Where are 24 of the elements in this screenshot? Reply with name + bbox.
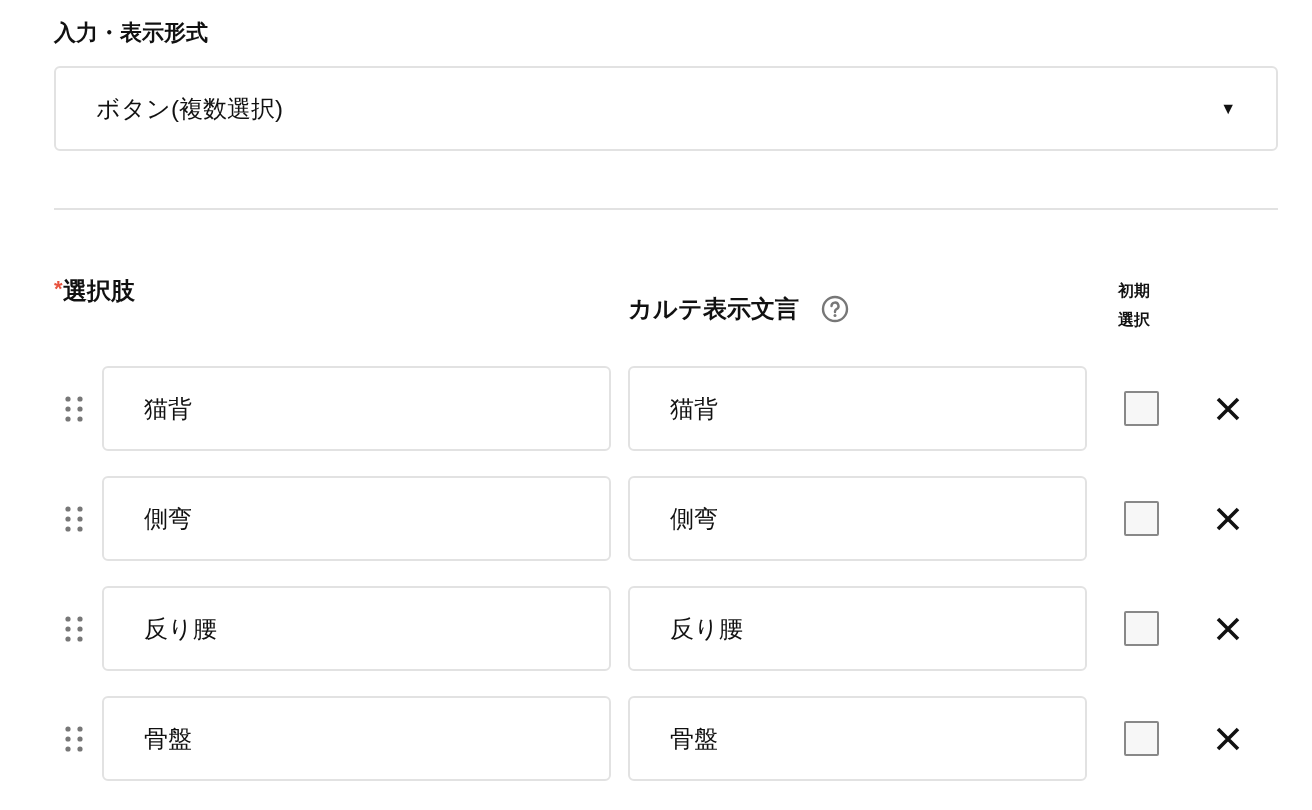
checkbox[interactable] [1124,501,1159,536]
checkbox[interactable] [1124,721,1159,756]
close-icon[interactable] [1215,395,1241,422]
display-text-input[interactable]: 骨盤 [628,696,1087,781]
field-label: 入力・表示形式 [54,19,208,47]
format-select[interactable]: ボタン(複数選択) ▼ [54,66,1278,151]
display-text-input[interactable]: 反り腰 [628,586,1087,671]
checkbox[interactable] [1124,611,1159,646]
close-icon[interactable] [1215,615,1241,642]
close-icon[interactable] [1215,725,1241,752]
choice-input[interactable]: 猫背 [102,366,611,451]
column-heading: 選択肢 [62,276,135,306]
choice-input[interactable]: 反り腰 [102,586,611,671]
column-heading: カルテ表示文言 [628,294,799,324]
column-heading: 初期 選択 [1118,281,1150,330]
close-icon[interactable] [1215,505,1241,532]
required-mark: * [54,276,63,301]
help-icon[interactable] [821,295,849,323]
dropdown-arrow-icon: ▼ [1220,96,1236,121]
display-text-input[interactable]: 猫背 [628,366,1087,451]
choice-input[interactable]: 骨盤 [102,696,611,781]
display-text-input[interactable]: 側弯 [628,476,1087,561]
choice-input[interactable]: 側弯 [102,476,611,561]
checkbox[interactable] [1124,391,1159,426]
